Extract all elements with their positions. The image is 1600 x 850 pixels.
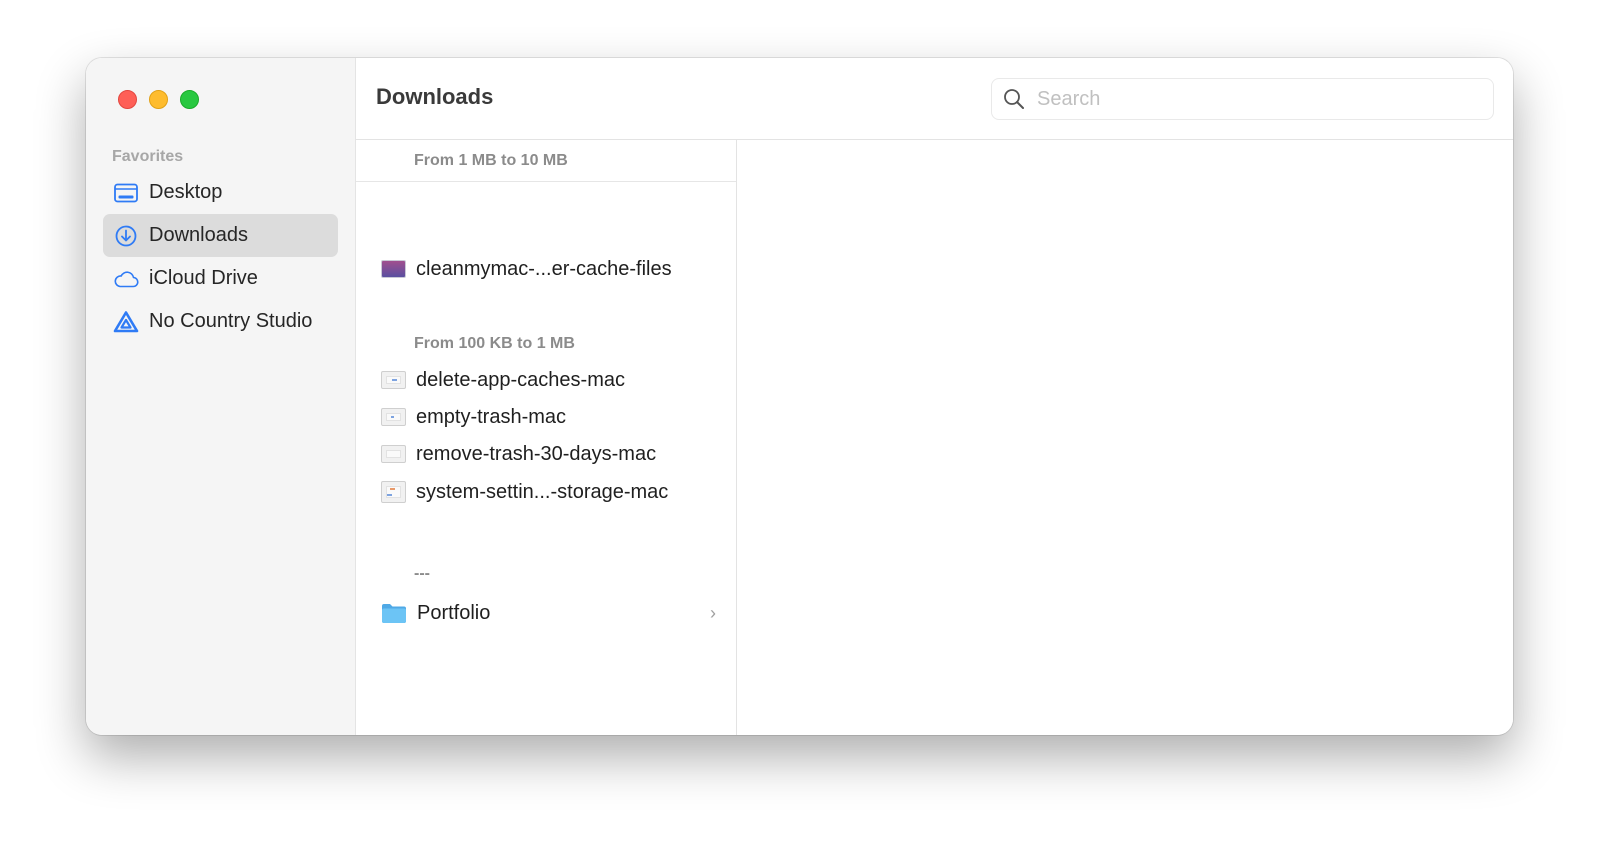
sidebar-item-label: No Country Studio	[149, 310, 313, 332]
window-controls	[118, 90, 199, 109]
search-field[interactable]	[991, 78, 1494, 120]
file-name: cleanmymac-...er-cache-files	[416, 257, 672, 280]
toolbar: Downloads	[356, 58, 1513, 140]
file-row-delete-app-caches[interactable]: delete-app-caches-mac	[381, 363, 716, 397]
close-button[interactable]	[118, 90, 137, 109]
sidebar-section-favorites: Favorites	[112, 148, 184, 165]
search-icon	[1003, 88, 1025, 110]
sidebar-item-downloads[interactable]: Downloads	[103, 214, 338, 257]
group-header-separator: ---	[414, 565, 430, 582]
image-thumbnail-icon	[381, 371, 406, 389]
sidebar-item-icloud-drive[interactable]: iCloud Drive	[103, 257, 338, 300]
sidebar-item-desktop[interactable]: Desktop	[103, 171, 338, 214]
file-column: From 1 MB to 10 MB cleanmymac-...er-cach…	[356, 140, 737, 735]
file-row-cleanmymac[interactable]: cleanmymac-...er-cache-files	[381, 252, 716, 286]
sidebar-item-label: Desktop	[149, 181, 223, 203]
sidebar: Favorites Desktop Downloads iCloud Drive	[86, 58, 356, 735]
preview-pane	[737, 140, 1513, 735]
folder-name: Portfolio	[417, 601, 491, 624]
window-title: Downloads	[376, 84, 494, 109]
sidebar-item-no-country-studio[interactable]: No Country Studio	[103, 300, 338, 343]
image-thumbnail-icon	[381, 481, 406, 503]
shared-drive-triangle-icon	[113, 309, 139, 335]
file-row-system-settings-storage[interactable]: system-settin...-storage-mac	[381, 475, 716, 509]
folder-icon	[381, 603, 407, 624]
group-header-1mb-10mb: From 1 MB to 10 MB	[356, 140, 736, 182]
download-circle-icon	[113, 223, 139, 249]
image-thumbnail-icon	[381, 260, 406, 278]
finder-window: Favorites Desktop Downloads iCloud Drive	[86, 58, 1513, 735]
chevron-right-icon: ›	[710, 602, 716, 623]
file-row-remove-trash-30-days[interactable]: remove-trash-30-days-mac	[381, 437, 716, 471]
minimize-button[interactable]	[149, 90, 168, 109]
file-name: remove-trash-30-days-mac	[416, 442, 657, 465]
file-name: system-settin...-storage-mac	[416, 480, 669, 503]
sidebar-list: Desktop Downloads iCloud Drive No Countr…	[103, 171, 338, 343]
image-thumbnail-icon	[381, 408, 406, 426]
file-name: empty-trash-mac	[416, 405, 567, 428]
desktop-icon	[113, 180, 139, 206]
sidebar-item-label: Downloads	[149, 224, 248, 246]
cloud-icon	[113, 266, 139, 292]
sidebar-item-label: iCloud Drive	[149, 267, 258, 289]
file-row-empty-trash[interactable]: empty-trash-mac	[381, 400, 716, 434]
image-thumbnail-icon	[381, 445, 406, 463]
search-input[interactable]	[1035, 86, 1479, 112]
folder-row-portfolio[interactable]: Portfolio ›	[381, 596, 716, 630]
group-header-100kb-1mb: From 100 KB to 1 MB	[414, 335, 575, 352]
zoom-button[interactable]	[180, 90, 199, 109]
file-name: delete-app-caches-mac	[416, 368, 625, 391]
